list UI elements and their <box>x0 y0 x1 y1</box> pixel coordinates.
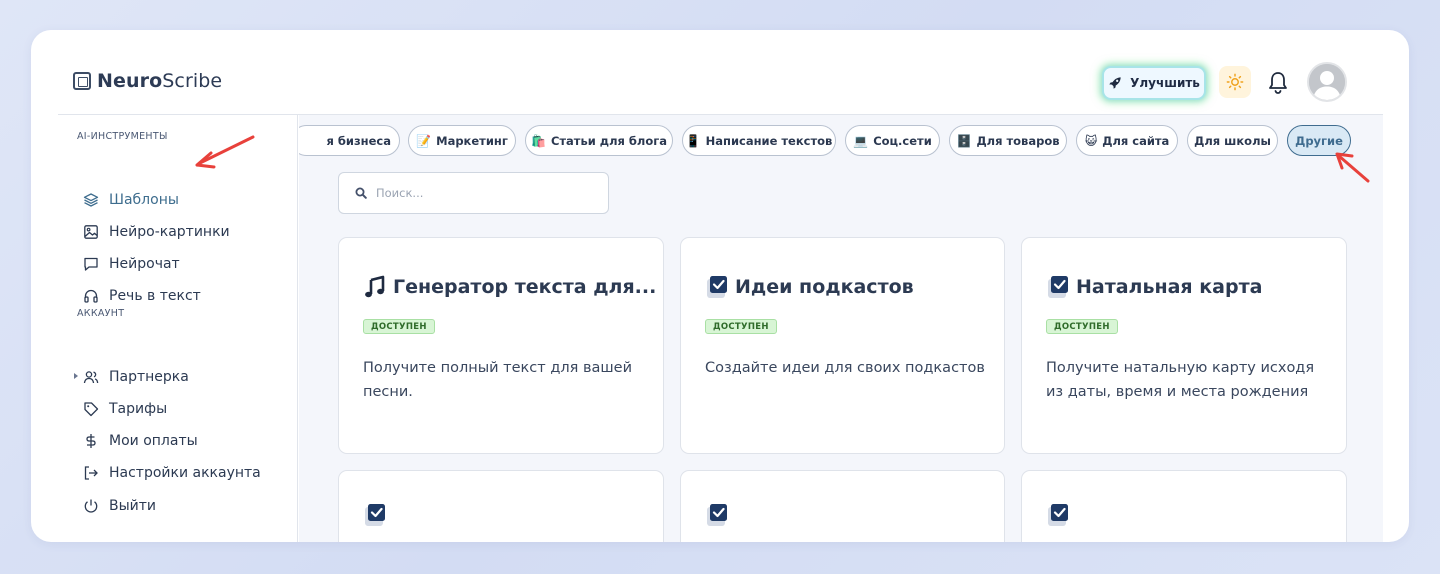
section-label-ai-tools: AI-ИНСТРУМЕНТЫ <box>77 131 168 142</box>
sidebar-item-logout[interactable]: Выйти <box>83 493 156 519</box>
music-note-icon <box>365 275 385 298</box>
upgrade-button[interactable]: Улучшить <box>1102 66 1206 100</box>
template-card-partial[interactable] <box>1021 470 1347 542</box>
expand-caret-icon[interactable] <box>74 373 78 379</box>
status-badge: ДОСТУПЕН <box>363 319 435 334</box>
sidebar-item-partner[interactable]: Партнерка <box>74 364 189 390</box>
tab-products[interactable]: 🗄️ Для товаров <box>949 125 1067 156</box>
status-badge: ДОСТУПЕН <box>1046 319 1118 334</box>
tab-label: Статьи для блога <box>550 133 668 148</box>
tab-label: Маркетинг <box>436 133 508 148</box>
sidebar-item-account-settings[interactable]: Настройки аккаунта <box>83 460 261 486</box>
laptop-icon: 💻 <box>853 133 869 148</box>
category-tabs: я бизнеса 📝 Маркетинг 🛍️ Статьи для блог… <box>299 125 1383 157</box>
sidebar-item-label: Выйти <box>109 498 157 514</box>
checkbox-icon <box>365 504 385 526</box>
cat-face-icon: 😺 <box>1084 133 1098 148</box>
tab-others[interactable]: Другие <box>1287 125 1351 156</box>
card-title-text: Натальная карта <box>1076 276 1263 298</box>
tab-label: Соц.сети <box>873 133 932 148</box>
logo[interactable]: NeuroScribe <box>73 70 222 92</box>
tab-blog-articles[interactable]: 🛍️ Статьи для блога <box>525 125 673 156</box>
search-input[interactable] <box>376 186 586 200</box>
layers-icon <box>83 193 99 207</box>
template-card-podcast-ideas[interactable]: Идеи подкастов ДОСТУПЕН Создайте идеи дл… <box>680 237 1005 454</box>
logout-arrow-icon <box>84 466 98 480</box>
checkbox-icon <box>1048 504 1068 526</box>
users-icon <box>83 371 99 384</box>
brand-name: NeuroScribe <box>97 70 223 92</box>
section-label-account: АККАУНТ <box>77 308 125 319</box>
sidebar-item-speech-to-text[interactable]: Речь в текст <box>83 283 201 309</box>
sidebar-item-payments[interactable]: Мои оплаты <box>83 428 198 454</box>
sidebar-item-tariffs[interactable]: Тарифы <box>83 396 167 422</box>
status-badge: ДОСТУПЕН <box>705 319 777 334</box>
tab-label: Написание текстов <box>705 133 833 148</box>
user-avatar-icon <box>1309 64 1345 100</box>
tab-social[interactable]: 💻 Соц.сети <box>845 125 940 156</box>
sidebar: AI-ИНСТРУМЕНТЫ Шаблоны Нейро-картинки Не… <box>31 115 298 542</box>
phone-icon: 📱 <box>685 133 701 148</box>
sidebar-item-label: Речь в текст <box>109 288 201 304</box>
sidebar-item-label: Мои оплаты <box>109 433 198 449</box>
checkbox-icon <box>1048 276 1068 298</box>
logo-icon <box>73 72 91 90</box>
tag-icon <box>84 402 99 417</box>
sidebar-item-templates[interactable]: Шаблоны <box>83 187 179 213</box>
checkbox-icon <box>707 276 727 298</box>
rocket-icon <box>1109 77 1121 89</box>
chat-icon <box>84 257 98 271</box>
sidebar-item-neurochat[interactable]: Нейрочат <box>83 251 180 277</box>
template-card-natal-chart[interactable]: Натальная карта ДОСТУПЕН Получите наталь… <box>1021 237 1347 454</box>
tab-school[interactable]: Для школы <box>1187 125 1278 156</box>
headphones-icon <box>84 289 98 303</box>
main-content: я бизнеса 📝 Маркетинг 🛍️ Статьи для блог… <box>299 115 1383 542</box>
shopping-bags-icon: 🛍️ <box>530 133 546 148</box>
card-title-text: Идеи подкастов <box>735 276 914 298</box>
tab-label: Для товаров <box>976 133 1060 148</box>
sidebar-item-label: Тарифы <box>109 401 168 417</box>
image-icon <box>84 225 98 239</box>
tab-label: Для школы <box>1194 133 1271 148</box>
tab-website[interactable]: 😺 Для сайта <box>1076 125 1178 156</box>
dollar-icon <box>86 434 96 448</box>
search-box <box>338 172 609 214</box>
card-description: Получите полный текст для вашей песни. <box>363 360 632 400</box>
card-title: Идеи подкастов <box>705 274 914 300</box>
sidebar-item-label: Шаблоны <box>109 192 179 208</box>
card-title: Генератор текста для... <box>363 274 656 300</box>
tab-label: Другие <box>1295 133 1343 148</box>
card-description: Создайте идеи для своих подкастов <box>705 360 985 376</box>
sidebar-item-neuro-images[interactable]: Нейро-картинки <box>83 219 230 245</box>
card-title-text: Генератор текста для... <box>393 276 657 298</box>
bell-icon[interactable] <box>1266 70 1290 96</box>
theme-toggle-button[interactable] <box>1219 66 1251 98</box>
cabinet-icon: 🗄️ <box>956 133 972 148</box>
sidebar-item-label: Партнерка <box>109 369 189 385</box>
upgrade-label: Улучшить <box>1130 76 1200 90</box>
avatar[interactable] <box>1307 62 1347 102</box>
header: NeuroScribe Улучшить <box>31 30 1409 114</box>
template-card-partial[interactable] <box>680 470 1005 542</box>
tab-label: я бизнеса <box>326 133 391 148</box>
power-icon <box>84 499 98 513</box>
template-card-partial[interactable] <box>338 470 664 542</box>
sidebar-item-label: Нейро-картинки <box>109 224 230 240</box>
search-icon <box>355 187 367 199</box>
template-card-song-text[interactable]: Генератор текста для... ДОСТУПЕН Получит… <box>338 237 664 454</box>
sidebar-item-label: Нейрочат <box>109 256 180 272</box>
sun-icon <box>1226 73 1244 91</box>
tab-marketing[interactable]: 📝 Маркетинг <box>408 125 516 156</box>
card-description: Получите натальную карту исходя из даты,… <box>1046 360 1315 400</box>
card-title: Натальная карта <box>1046 274 1262 300</box>
tab-copywriting[interactable]: 📱 Написание текстов <box>682 125 836 156</box>
checkbox-icon <box>707 504 727 526</box>
memo-icon: 📝 <box>416 133 432 148</box>
tab-business[interactable]: я бизнеса <box>299 125 400 156</box>
app-window: NeuroScribe Улучшить AI-ИНСТРУМЕНТЫ Шабл… <box>31 30 1409 542</box>
sidebar-item-label: Настройки аккаунта <box>109 465 261 481</box>
tab-label: Для сайта <box>1102 133 1170 148</box>
